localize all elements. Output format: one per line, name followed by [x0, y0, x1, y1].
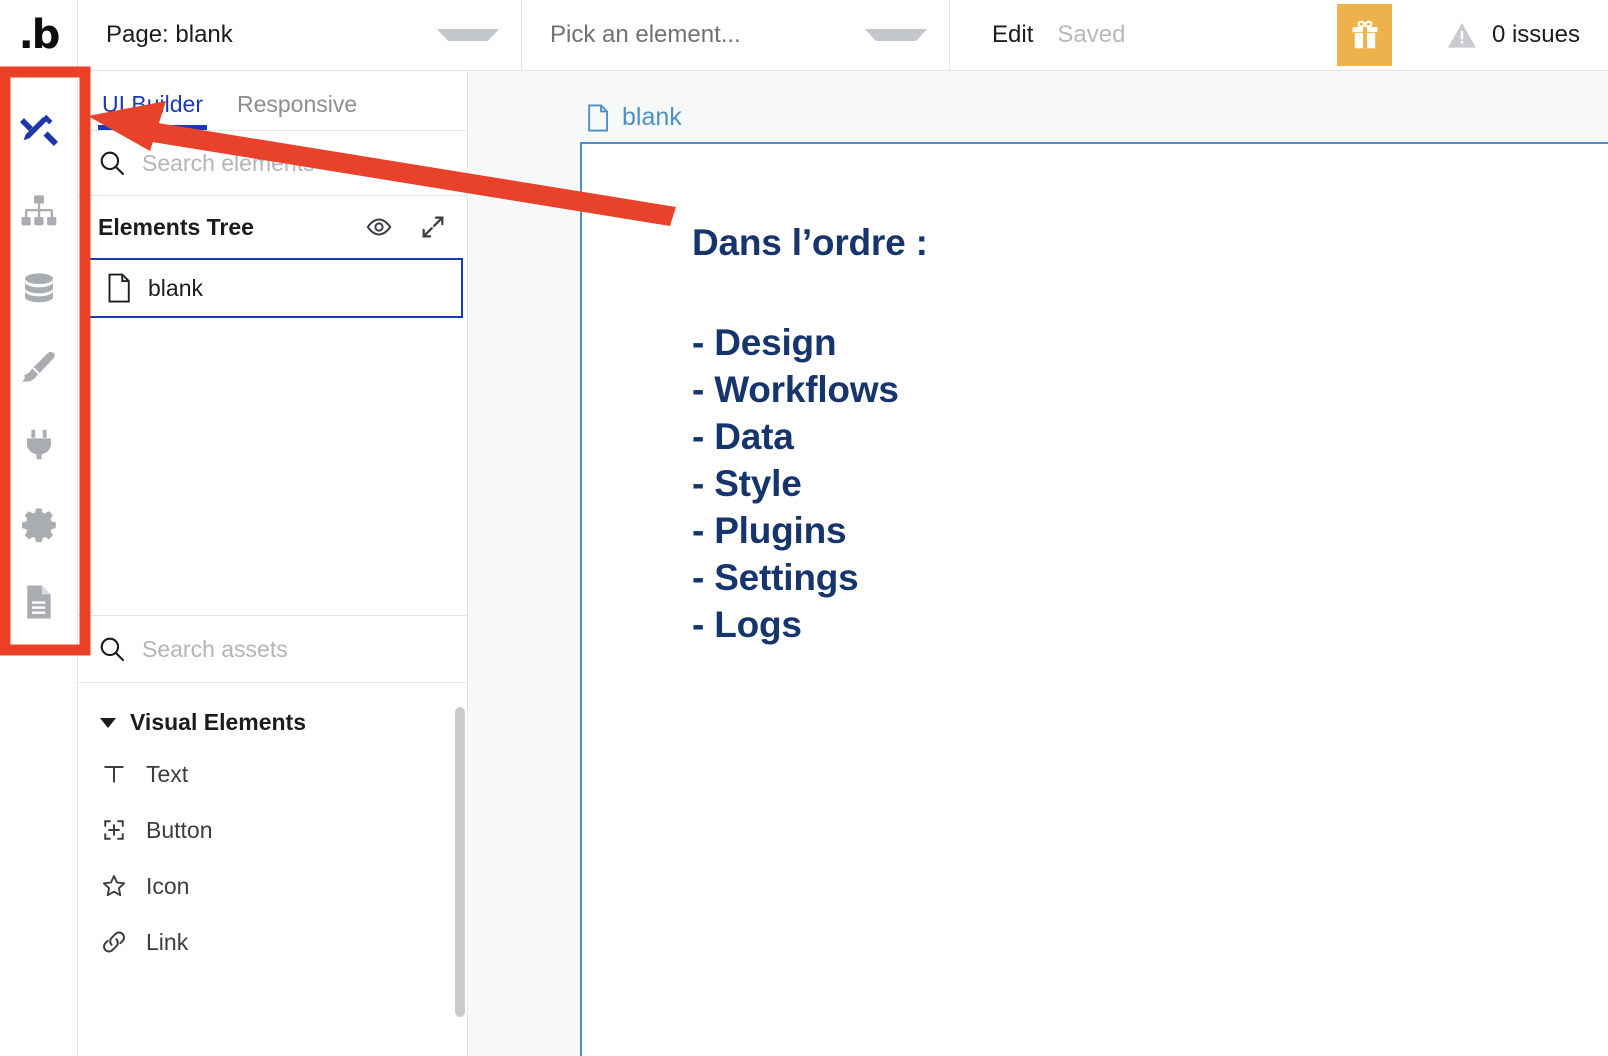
bubble-editor-window: .b Page: blank Pick an element... Edit S… — [0, 0, 1608, 1056]
bubble-logo-glyph: .b — [18, 12, 61, 58]
link-chain-icon — [103, 931, 125, 953]
left-icon-rail — [0, 71, 78, 1056]
asset-item-label: Button — [146, 816, 213, 843]
list-item: - Plugins — [692, 509, 847, 551]
page-file-icon — [588, 103, 609, 132]
assets-list: Visual Elements Text Button Icon Link — [78, 683, 467, 1056]
gear-icon — [21, 508, 56, 543]
assets-scrollbar[interactable] — [455, 707, 465, 1017]
list-item: - Data — [692, 415, 794, 457]
asset-group-title: Visual Elements — [130, 709, 306, 735]
expand-arrows-icon[interactable] — [419, 213, 447, 241]
canvas-page-label[interactable]: blank — [586, 103, 682, 132]
paintbrush-icon — [22, 351, 55, 382]
rail-item-data[interactable] — [0, 251, 78, 329]
page-heading: Dans l’ordre : — [692, 222, 928, 263]
eye-icon[interactable] — [365, 213, 393, 241]
search-elements-input[interactable] — [142, 149, 447, 177]
elements-tree-body: blank — [78, 258, 467, 615]
list-item: - Logs — [692, 603, 802, 645]
design-canvas: blank Dans l’ordre : - Design - Workflow… — [469, 71, 1608, 1056]
page-selector-dropdown[interactable]: Page: blank — [78, 0, 522, 70]
warning-triangle-icon — [1447, 23, 1476, 48]
chevron-down-icon — [437, 29, 499, 41]
asset-item-label: Icon — [146, 872, 190, 899]
edit-mode-button[interactable]: Edit — [980, 21, 1045, 49]
save-status-label: Saved — [1057, 21, 1126, 48]
issues-count-label: 0 issues — [1491, 21, 1580, 48]
gift-icon-button[interactable] — [1337, 4, 1392, 66]
database-icon — [24, 273, 53, 303]
asset-item-icon[interactable]: Icon — [78, 858, 467, 914]
document-lines-icon — [26, 585, 51, 619]
page-frame[interactable]: Dans l’ordre : - Design - Workflows - Da… — [580, 142, 1608, 1056]
caret-down-icon — [100, 717, 116, 728]
search-assets-input[interactable] — [142, 635, 447, 663]
list-item: - Style — [692, 462, 802, 504]
list-item: - Settings — [692, 556, 859, 598]
tab-responsive[interactable]: Responsive — [231, 91, 363, 130]
rail-item-logs[interactable] — [0, 563, 78, 641]
asset-item-label: Text — [146, 760, 189, 787]
text-t-icon — [104, 766, 124, 783]
ordre-list: - Design - Workflows - Data - Style - Pl… — [692, 320, 1608, 649]
bubble-logo[interactable]: .b — [0, 0, 78, 70]
asset-search-bar — [78, 615, 467, 683]
asset-item-button[interactable]: Button — [78, 802, 467, 858]
search-icon — [100, 151, 125, 176]
asset-group-visual-elements[interactable]: Visual Elements — [78, 699, 467, 746]
workflow-hierarchy-icon — [21, 195, 56, 226]
canvas-page-label-text: blank — [622, 103, 682, 131]
tree-node-label: blank — [148, 274, 203, 301]
element-search-bar — [78, 131, 467, 196]
page-file-icon — [108, 273, 130, 303]
plug-icon — [26, 429, 51, 460]
rail-item-plugins[interactable] — [0, 407, 78, 485]
list-item: - Workflows — [692, 368, 899, 410]
rail-item-workflow[interactable] — [0, 173, 78, 251]
list-item: - Design — [692, 322, 837, 363]
button-plus-icon — [104, 820, 124, 840]
elements-tree-title: Elements Tree — [98, 213, 254, 240]
element-picker-dropdown[interactable]: Pick an element... — [522, 0, 950, 70]
left-panel: UI Builder Responsive Elements Tree — [78, 71, 468, 1056]
tab-ui-builder[interactable]: UI Builder — [96, 91, 209, 130]
asset-item-link[interactable]: Link — [78, 914, 467, 970]
rail-item-styles[interactable] — [0, 329, 78, 407]
gift-icon — [1352, 20, 1377, 49]
asset-item-label: Link — [146, 928, 189, 955]
top-toolbar: .b Page: blank Pick an element... Edit S… — [0, 0, 1608, 71]
tree-node-blank[interactable]: blank — [86, 258, 463, 318]
rail-item-design[interactable] — [0, 95, 78, 173]
elements-tree-header: Elements Tree — [78, 196, 467, 258]
star-icon — [102, 875, 126, 897]
panel-tabs: UI Builder Responsive — [78, 71, 467, 131]
element-picker-label: Pick an element... — [550, 21, 741, 48]
search-icon — [100, 637, 125, 662]
rail-item-settings[interactable] — [0, 485, 78, 563]
asset-item-text[interactable]: Text — [78, 746, 467, 802]
page-content: Dans l’ordre : - Design - Workflows - Da… — [582, 144, 1608, 649]
issues-indicator[interactable]: 0 issues — [1446, 0, 1580, 70]
design-ruler-pencil-icon — [19, 114, 58, 147]
page-selector-label: Page: blank — [106, 21, 233, 48]
chevron-down-icon — [865, 29, 927, 41]
elements-tree-actions — [365, 213, 447, 241]
